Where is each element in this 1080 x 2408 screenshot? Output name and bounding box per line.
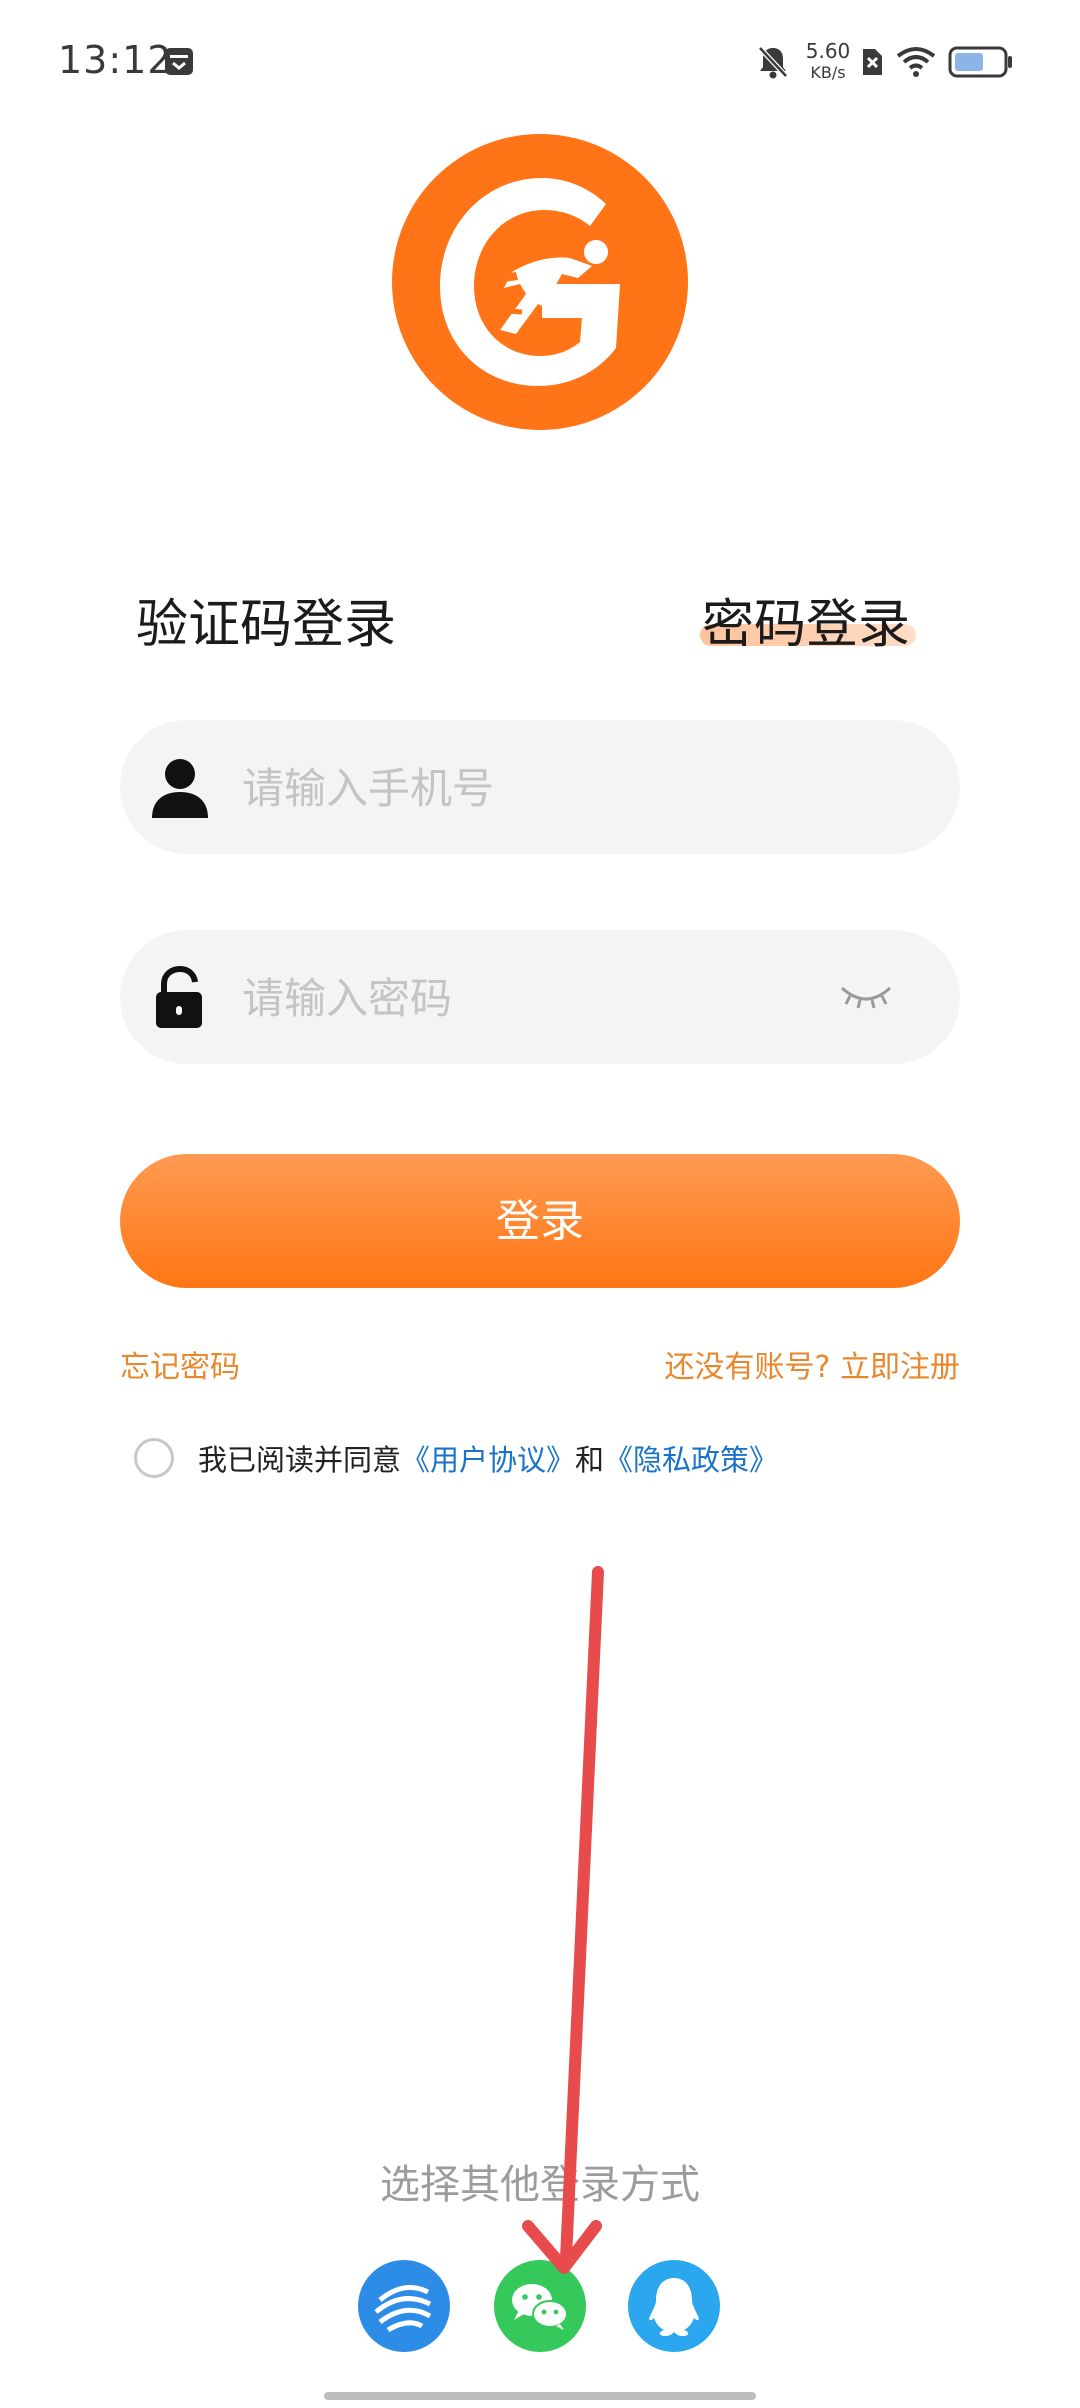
status-time: 13:12 [58, 38, 173, 82]
app-logo [392, 134, 688, 430]
status-bar: 13:12 5.60 KB/s [0, 0, 1080, 130]
no-sim-icon [863, 49, 882, 75]
net-speed-unit: KB/s [810, 63, 846, 82]
login-button[interactable]: 登录 [120, 1154, 960, 1288]
net-speed: 5.60 KB/s [798, 40, 858, 84]
phone-field[interactable] [120, 720, 960, 854]
wechat-icon [512, 2284, 568, 2330]
user-agreement-link[interactable]: 《用户协议》 [401, 1437, 575, 1479]
agreement-checkbox[interactable] [134, 1438, 174, 1478]
user-icon [152, 759, 208, 818]
china-mobile-login-button[interactable] [358, 2260, 450, 2352]
password-input[interactable] [240, 960, 804, 1036]
password-field[interactable] [120, 930, 960, 1064]
china-mobile-icon [374, 2285, 432, 2333]
wifi-icon [896, 47, 936, 77]
other-login-title: 选择其他登录方式 [380, 2162, 700, 2208]
login-page: 13:12 5.60 KB/s 验证码登录 密码登录 请输入手机号 登录 忘记密… [0, 0, 1080, 2408]
agreement-text: 我已阅读并同意 [198, 1443, 402, 1477]
phone-input[interactable] [240, 750, 804, 826]
home-indicator [324, 2392, 756, 2400]
net-speed-value: 5.60 [805, 39, 851, 63]
privacy-policy-link[interactable]: 《隐私政策》 [604, 1437, 778, 1479]
qq-login-button[interactable] [628, 2260, 720, 2352]
register-link[interactable]: 还没有账号? 立即注册 [665, 1342, 960, 1386]
agreement-and-text: 和 [575, 1443, 605, 1477]
mute-bell-icon [758, 46, 788, 79]
agreement-row: 我已阅读并同意 《用户协议》 和 《隐私政策》 [134, 1428, 778, 1488]
eye-closed-icon[interactable] [836, 974, 896, 1020]
calendar-notify-icon [165, 48, 193, 75]
wechat-login-button[interactable] [494, 2260, 586, 2352]
tab-code-login[interactable]: 验证码登录 [136, 582, 396, 657]
forgot-password-link[interactable]: 忘记密码 [120, 1342, 240, 1386]
tab-password-login[interactable]: 密码登录 [702, 582, 910, 657]
battery-icon [948, 46, 1012, 78]
unlock-icon [156, 966, 202, 1028]
qq-icon [649, 2278, 699, 2336]
